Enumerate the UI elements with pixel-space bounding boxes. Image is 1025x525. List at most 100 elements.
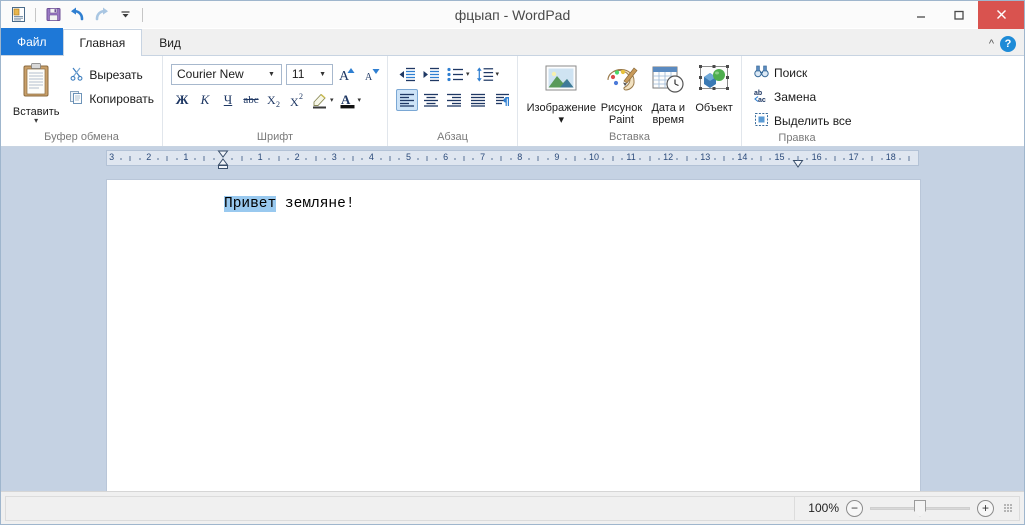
replace-label: Замена — [774, 90, 817, 104]
ruler-tick-dot — [843, 158, 845, 160]
font-family-combobox[interactable]: Courier New ▼ — [171, 63, 282, 85]
customize-qat-icon[interactable] — [114, 4, 136, 26]
scissors-icon — [69, 66, 84, 84]
paint-label-line1: Рисунок — [600, 101, 643, 114]
tab-home[interactable]: Главная — [62, 29, 143, 56]
ruler-tick-mark — [463, 156, 465, 161]
chevron-down-icon[interactable]: ▼ — [264, 71, 279, 78]
editing-group-label: Правка — [778, 132, 816, 144]
collapse-ribbon-icon[interactable]: ^ — [989, 38, 994, 50]
picture-label: Изображение — [526, 101, 596, 114]
increase-indent-button[interactable] — [420, 63, 442, 85]
zoom-in-button[interactable]: + — [977, 499, 994, 517]
paragraph-settings-button[interactable] — [491, 89, 513, 111]
insert-datetime-button[interactable]: Дата и время — [645, 60, 691, 127]
find-button[interactable]: Поиск — [750, 62, 811, 84]
ruler-tick-dot — [361, 158, 363, 160]
paragraph-group-label: Абзац — [437, 131, 468, 143]
maximize-button[interactable] — [940, 1, 978, 29]
decrease-indent-button[interactable] — [396, 63, 418, 85]
align-justify-button[interactable] — [467, 89, 489, 111]
strikethrough-label: abc — [243, 94, 259, 106]
zoom-slider-thumb[interactable] — [914, 499, 926, 517]
select-all-button[interactable]: Выделить все — [750, 110, 856, 132]
italic-label: К — [200, 92, 210, 107]
cut-button[interactable]: Вырезать — [65, 64, 158, 86]
ruler-tick-dot — [695, 158, 697, 160]
ruler-tick-mark — [723, 156, 725, 161]
chevron-down-icon[interactable]: ▼ — [315, 71, 330, 78]
align-left-button[interactable] — [396, 89, 418, 111]
line-spacing-button[interactable] — [474, 63, 496, 85]
align-center-button[interactable] — [420, 89, 442, 111]
paste-dropdown-caret[interactable]: ▾ — [34, 117, 38, 125]
ruler-tick-mark — [760, 156, 762, 161]
zoom-out-button[interactable]: − — [846, 499, 863, 517]
ruler-tick-dot — [565, 158, 567, 160]
insert-object-button[interactable]: Объект — [691, 60, 737, 114]
ruler-tick-label: 3 — [331, 152, 337, 162]
ruler-tick-dot — [472, 158, 474, 160]
ruler-tick-label: 15 — [774, 152, 785, 162]
status-bar: 100% − + — [1, 491, 1024, 524]
svg-text:2: 2 — [299, 92, 303, 101]
insert-paint-drawing-button[interactable]: Рисунок Paint — [598, 60, 646, 127]
italic-button[interactable]: К — [194, 89, 216, 111]
strikethrough-button[interactable]: abc — [240, 89, 262, 111]
grow-font-button[interactable]: A — [337, 63, 358, 85]
bold-button[interactable]: Ж — [171, 89, 193, 111]
document-text[interactable]: Привет земляне! — [224, 196, 355, 212]
line-spacing-dropdown-caret[interactable]: ▾ — [496, 70, 500, 78]
ruler-tick-dot — [194, 158, 196, 160]
clipboard-icon — [19, 62, 53, 104]
font-color-icon[interactable]: A — [337, 89, 359, 111]
underline-button[interactable]: Ч — [217, 89, 239, 111]
minimize-button[interactable] — [902, 1, 940, 29]
insert-picture-button[interactable]: Изображение ▾ — [525, 60, 598, 127]
font-color-dropdown-caret[interactable]: ▾ — [358, 96, 362, 104]
picture-dropdown-caret[interactable]: ▾ — [559, 114, 565, 127]
insert-group-label: Вставка — [609, 131, 650, 143]
ribbon-group-clipboard: Вставить ▾ Вырезать Копировать Буфер обм… — [1, 56, 163, 146]
status-message-pane — [5, 495, 794, 521]
tab-file[interactable]: Файл — [1, 28, 63, 55]
tab-view[interactable]: Вид — [142, 30, 198, 55]
underline-label: Ч — [223, 92, 233, 107]
ruler[interactable]: 3 2 1 1 2 3 4 5 6 7 8 9 10 11 12 13 14 15 16 17 18 — [106, 150, 919, 169]
subscript-button[interactable]: X 2 — [263, 89, 285, 111]
replace-button[interactable]: ab ac Замена — [750, 86, 820, 108]
ruler-tick-label: 2 — [146, 152, 152, 162]
ruler-tick-label: 1 — [183, 152, 189, 162]
help-icon[interactable]: ? — [1000, 36, 1016, 52]
picture-icon — [542, 63, 580, 99]
font-size-combobox[interactable]: 11 ▼ — [285, 63, 333, 85]
redo-icon — [90, 4, 112, 26]
shrink-font-button[interactable]: A — [362, 63, 383, 85]
document-area[interactable]: Привет земляне! — [1, 169, 1024, 491]
save-icon[interactable] — [42, 4, 64, 26]
resize-grip-icon[interactable] — [1004, 504, 1013, 512]
zoom-slider[interactable] — [870, 499, 970, 517]
align-right-button[interactable] — [444, 89, 466, 111]
paste-button[interactable]: Вставить ▾ — [9, 60, 63, 125]
bullets-button[interactable] — [444, 63, 466, 85]
highlight-dropdown-caret[interactable]: ▾ — [330, 96, 334, 104]
wordpad-document-icon[interactable] — [7, 4, 29, 26]
object-label: Объект — [695, 101, 733, 114]
object-icon — [696, 63, 732, 99]
document-page[interactable]: Привет земляне! — [106, 179, 921, 491]
ruler-tick-dot — [602, 158, 604, 160]
close-button[interactable] — [978, 0, 1024, 29]
find-label: Поиск — [774, 66, 808, 80]
undo-icon[interactable] — [66, 4, 88, 26]
copy-button[interactable]: Копировать — [65, 88, 158, 110]
bullets-dropdown-caret[interactable]: ▾ — [466, 70, 470, 78]
ruler-tick-mark — [278, 156, 280, 161]
text-highlight-icon[interactable] — [309, 89, 331, 111]
ruler-tick-label: 13 — [700, 152, 711, 162]
copy-icon — [69, 90, 84, 108]
tab-strip-right-controls: ^ ? — [989, 36, 1024, 55]
quick-access-toolbar — [1, 4, 147, 26]
superscript-button[interactable]: X 2 — [286, 89, 308, 111]
zoom-level-label: 100% — [808, 501, 839, 515]
